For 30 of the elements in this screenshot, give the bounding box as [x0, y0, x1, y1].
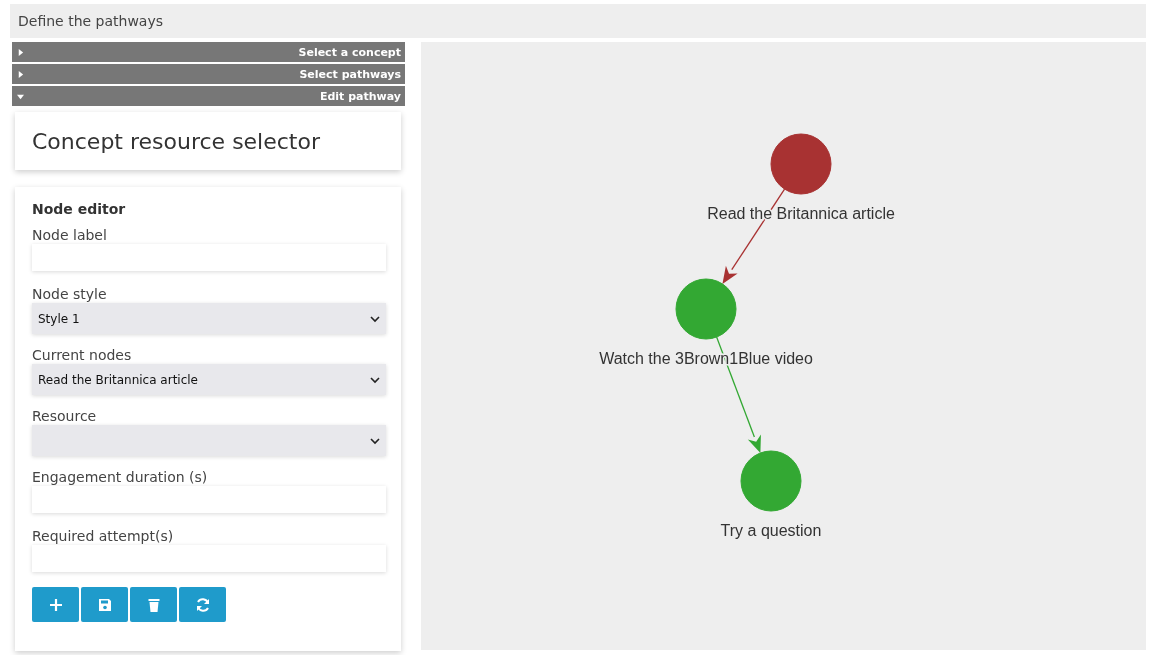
refresh-button[interactable] — [179, 587, 226, 622]
graph-node[interactable] — [740, 450, 802, 512]
dropdown[interactable]: Style 1 — [32, 303, 386, 334]
section-title: Node editor — [32, 201, 127, 217]
chevron-down-icon — [370, 314, 380, 323]
refresh-icon — [194, 596, 211, 613]
accordion-header[interactable]: Edit pathway — [12, 86, 405, 106]
plus-icon — [47, 596, 64, 613]
graph-node[interactable] — [675, 278, 737, 340]
caret-right-icon — [17, 70, 24, 78]
caret-down-icon — [17, 92, 24, 100]
caret-right-icon — [17, 48, 24, 56]
page-title: Define the pathways — [18, 13, 163, 29]
graph-node[interactable] — [770, 133, 832, 195]
field-label: Node label — [32, 227, 108, 243]
chevron-down-icon — [370, 375, 380, 384]
trash-button[interactable] — [130, 587, 177, 622]
accordion-header[interactable]: Select pathways — [12, 64, 405, 84]
field-label: Node style — [32, 286, 108, 302]
accordion-header[interactable]: Select a concept — [12, 42, 405, 62]
chevron-down-icon — [370, 436, 380, 445]
node-label: Try a question — [720, 522, 822, 539]
field-label: Current nodes — [32, 347, 133, 363]
field-label: Resource — [32, 408, 98, 424]
field-label: Required attempt(s) — [32, 528, 175, 544]
floppy-disk-button[interactable] — [81, 587, 128, 622]
dropdown[interactable]: Read the Britannica article — [32, 364, 386, 395]
card-title: Concept resource selector — [32, 128, 320, 154]
field-label: Engagement duration (s) — [32, 469, 209, 485]
plus-button[interactable] — [32, 587, 79, 622]
